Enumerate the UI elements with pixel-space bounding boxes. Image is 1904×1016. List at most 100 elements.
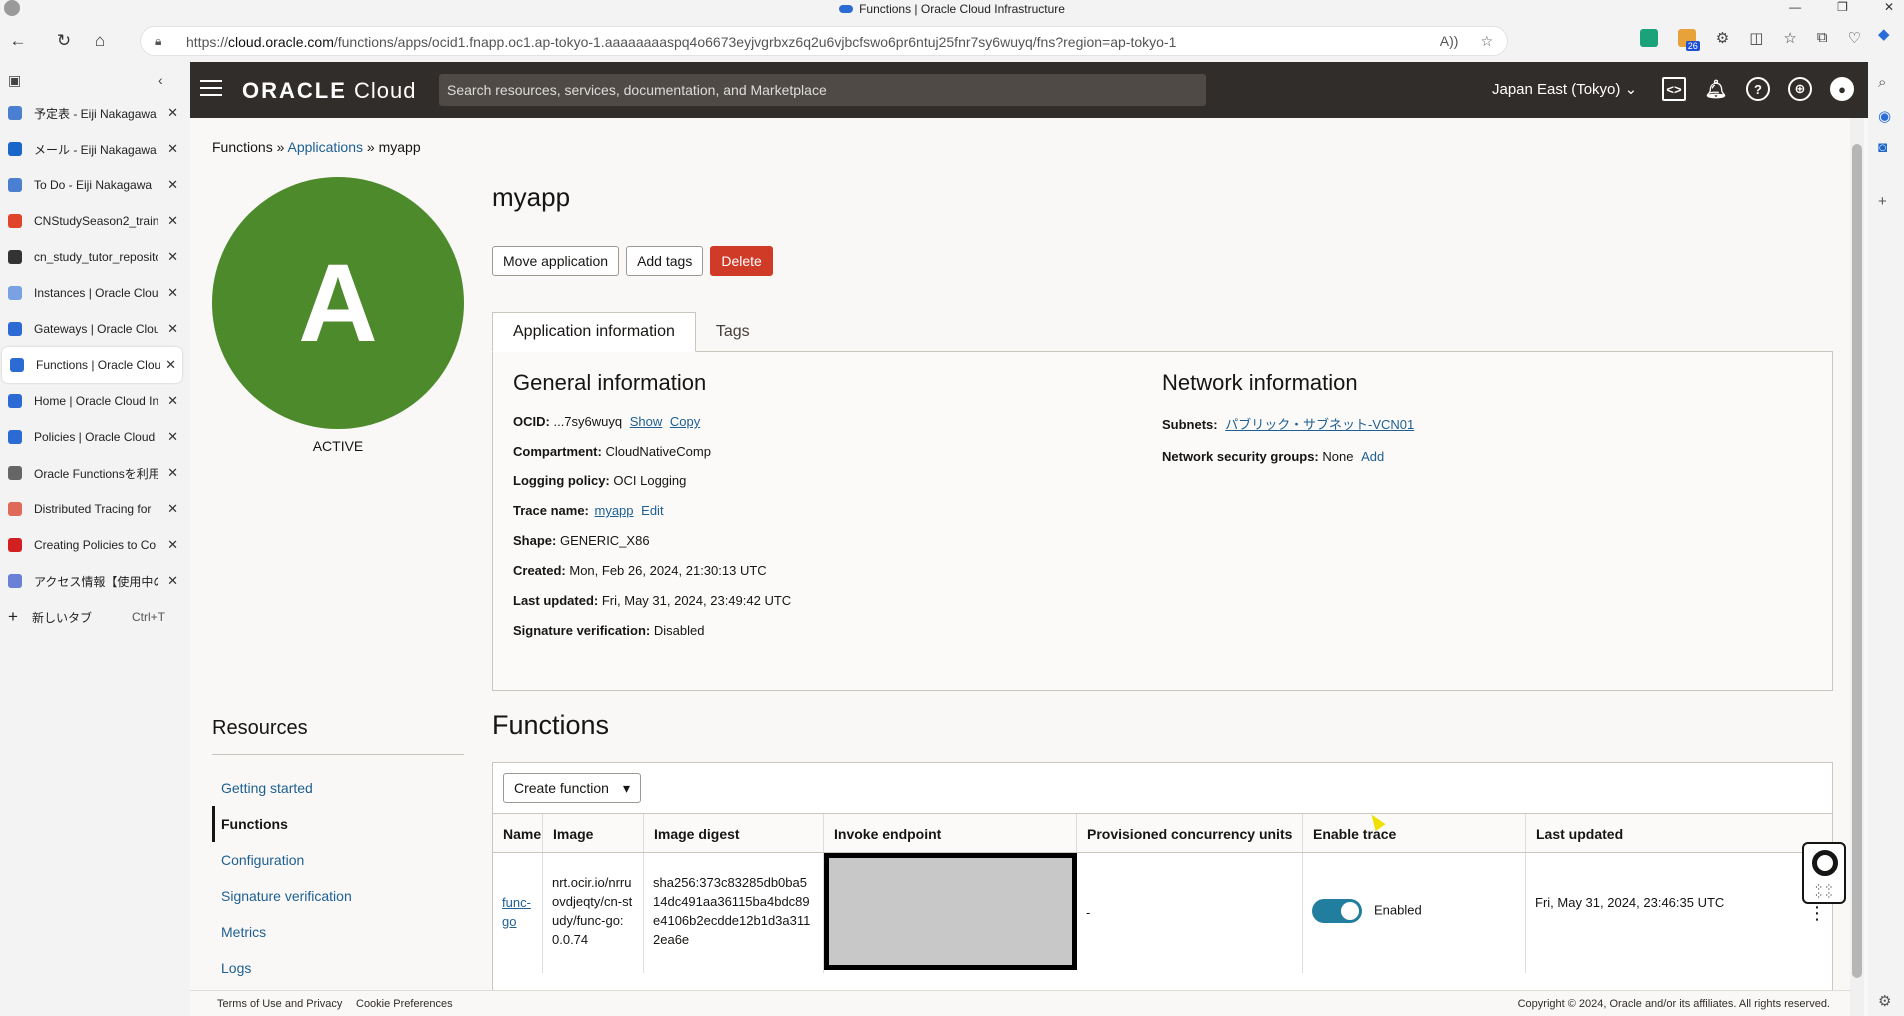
copilot-icon[interactable]: ◆ (1878, 25, 1890, 43)
resource-getting-started[interactable]: Getting started (212, 770, 464, 806)
close-tab-icon[interactable]: ✕ (167, 105, 178, 121)
close-tab-icon[interactable]: ✕ (167, 285, 178, 301)
extension-badge-icon[interactable]: 26 (1677, 29, 1700, 51)
close-tab-icon[interactable]: ✕ (167, 213, 178, 229)
resource-metrics[interactable]: Metrics (212, 914, 464, 950)
browser-tab[interactable]: Oracle Functionsを利用 ✕ (0, 455, 184, 491)
browser-tab[interactable]: Creating Policies to Co ✕ (0, 527, 184, 563)
address-bar[interactable]: 🔒︎ https://cloud.oracle.com/functions/ap… (140, 26, 1508, 56)
browser-tab[interactable]: cn_study_tutor_repository ✕ (0, 239, 184, 275)
browser-tab[interactable]: アクセス情報【使用中の ✕ (0, 563, 184, 599)
region-selector[interactable]: Japan East (Tokyo) ⌄ (1492, 80, 1637, 98)
home-icon[interactable]: ⌂ (88, 29, 112, 53)
favorites-icon[interactable]: ☆ (1783, 29, 1796, 47)
browser-tab[interactable]: Functions | Oracle Cloud ✕ (2, 347, 182, 383)
restore-icon[interactable]: ❐ (1837, 0, 1848, 14)
resource-configuration[interactable]: Configuration (212, 842, 464, 878)
extension-icon[interactable] (1639, 29, 1658, 47)
outlook-icon[interactable]: ◙ (1878, 139, 1887, 156)
collections-icon[interactable]: ⧉ (1817, 29, 1828, 47)
col-enable-trace[interactable]: Enable trace (1303, 814, 1526, 852)
notifications-bell-icon[interactable]: 🔔︎ (1704, 77, 1728, 101)
nsg-add-link[interactable]: Add (1361, 449, 1384, 464)
row-actions-kebab-icon[interactable]: ⋮ (1808, 903, 1826, 924)
close-tab-icon[interactable]: ✕ (167, 393, 178, 409)
trace-edit-link[interactable]: Edit (641, 503, 663, 518)
close-tab-icon[interactable]: ✕ (167, 141, 178, 157)
ocid-show-link[interactable]: Show (630, 414, 663, 429)
minimize-icon[interactable]: — (1789, 0, 1801, 14)
close-tab-icon[interactable]: ✕ (167, 321, 178, 337)
add-tags-button[interactable]: Add tags (626, 246, 704, 276)
browser-tab[interactable]: To Do - Eiji Nakagawa ✕ (0, 167, 184, 203)
browser-tab[interactable]: Gateways | Oracle Cloud ✕ (0, 311, 184, 347)
tab-tags[interactable]: Tags (696, 312, 770, 352)
read-aloud-icon[interactable]: A)) (1440, 33, 1459, 50)
close-tab-icon[interactable]: ✕ (167, 177, 178, 193)
m365-icon[interactable]: ◉ (1878, 107, 1891, 125)
close-window-icon[interactable]: ✕ (1884, 0, 1894, 14)
url-text[interactable]: https://cloud.oracle.com/functions/apps/… (186, 34, 1176, 50)
cookie-preferences-link[interactable]: Cookie Preferences (356, 998, 453, 1010)
oracle-cloud-logo[interactable]: ORACLE Cloud (242, 78, 416, 104)
page-scrollbar[interactable] (1850, 118, 1864, 1016)
col-image-digest[interactable]: Image digest (644, 814, 824, 852)
search-input[interactable]: Search resources, services, documentatio… (439, 74, 1206, 106)
new-tab-button[interactable]: + 新しいタブ Ctrl+T (0, 599, 190, 635)
close-tab-icon[interactable]: ✕ (167, 501, 178, 517)
resource-signature-verification[interactable]: Signature verification (212, 878, 464, 914)
col-last-updated[interactable]: Last updated (1526, 814, 1831, 852)
settings-gear-icon[interactable]: ⚙ (1878, 992, 1891, 1010)
close-tab-icon[interactable]: ✕ (167, 573, 178, 589)
cloud-shell-icon[interactable]: <> (1662, 77, 1686, 101)
browser-tab[interactable]: Home | Oracle Cloud Infra ✕ (0, 383, 184, 419)
close-tab-icon[interactable]: ✕ (167, 465, 178, 481)
collapse-tabs-icon[interactable]: ‹ (158, 72, 163, 88)
refresh-icon[interactable]: ↻ (52, 29, 76, 53)
trace-toggle[interactable] (1312, 899, 1362, 923)
help-icon[interactable]: ? (1746, 77, 1770, 101)
col-provisioned-concurrency[interactable]: Provisioned concurrency units (1077, 814, 1303, 852)
resource-logs[interactable]: Logs (212, 950, 464, 986)
create-function-button[interactable]: Create function ▾ (503, 773, 641, 803)
breadcrumb-functions[interactable]: Functions (212, 139, 273, 155)
language-globe-icon[interactable]: ⊕ (1788, 77, 1812, 101)
col-image[interactable]: Image (543, 814, 644, 852)
terms-link[interactable]: Terms of Use and Privacy (217, 998, 342, 1010)
tab-application-information[interactable]: Application information (492, 312, 696, 352)
delete-button[interactable]: Delete (710, 246, 773, 276)
back-icon[interactable]: ← (6, 29, 30, 53)
profile-icon[interactable] (4, 0, 20, 16)
search-icon[interactable]: ⌕ (1878, 74, 1886, 91)
help-widget[interactable]: ⁘⁘ ⁘⁘ (1802, 842, 1846, 904)
split-screen-icon[interactable]: ◫ (1749, 29, 1763, 47)
add-sidebar-icon[interactable]: + (1878, 193, 1887, 210)
ocid-copy-link[interactable]: Copy (670, 414, 700, 429)
favorite-star-icon[interactable]: ☆ (1480, 33, 1493, 50)
move-application-button[interactable]: Move application (492, 246, 620, 276)
browser-tab[interactable]: Policies | Oracle Cloud ✕ (0, 419, 184, 455)
hamburger-menu-icon[interactable] (200, 80, 222, 98)
close-tab-icon[interactable]: ✕ (167, 537, 178, 553)
scrollbar-thumb[interactable] (1852, 144, 1862, 978)
browser-essentials-icon[interactable]: ♡ (1848, 29, 1861, 47)
breadcrumb-applications-link[interactable]: Applications (288, 139, 364, 155)
browser-tab[interactable]: CNStudySeason2_training ✕ (0, 203, 184, 239)
close-tab-icon[interactable]: ✕ (167, 429, 178, 445)
subnet-link[interactable]: パブリック・サブネット-VCN01 (1225, 417, 1414, 432)
browser-tab[interactable]: 予定表 - Eiji Nakagawa ✕ (0, 95, 184, 131)
close-tab-icon[interactable]: ✕ (165, 357, 176, 373)
lock-icon[interactable]: 🔒︎ (155, 34, 161, 49)
col-invoke-endpoint[interactable]: Invoke endpoint (824, 814, 1077, 852)
close-tab-icon[interactable]: ✕ (167, 249, 178, 265)
function-name-link[interactable]: func-go (502, 895, 531, 929)
extensions-icon[interactable]: ⚙ (1716, 29, 1729, 47)
user-profile-icon[interactable]: ● (1830, 77, 1854, 101)
browser-tab[interactable]: メール - Eiji Nakagawa ✕ (0, 131, 184, 167)
tab-actions-icon[interactable]: ▣ (8, 72, 21, 89)
browser-tab[interactable]: Instances | Oracle Cloud ✕ (0, 275, 184, 311)
browser-tab[interactable]: Distributed Tracing for ✕ (0, 491, 184, 527)
col-name[interactable]: Name (493, 814, 543, 852)
trace-name-link[interactable]: myapp (595, 503, 634, 518)
resource-functions[interactable]: Functions (212, 806, 464, 842)
